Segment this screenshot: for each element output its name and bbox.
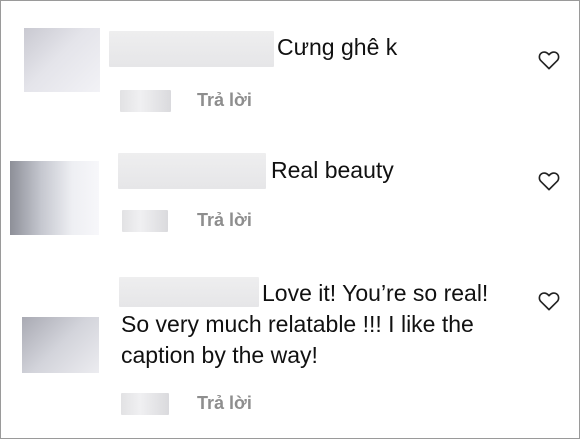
username-redacted[interactable] bbox=[119, 277, 259, 307]
reply-button[interactable]: Trả lời bbox=[197, 393, 252, 414]
heart-icon[interactable] bbox=[538, 50, 560, 70]
username-redacted[interactable] bbox=[118, 153, 266, 189]
comment-list: Cưng ghê k Trả lời Real beauty Trả lời L… bbox=[0, 0, 580, 439]
comment-text-line: caption by the way! bbox=[121, 342, 318, 368]
comment-text-line: So very much relatable !!! I like the bbox=[121, 311, 474, 337]
timestamp-redacted bbox=[121, 393, 169, 415]
comment-text: Real beauty bbox=[271, 157, 394, 183]
reply-button[interactable]: Trả lời bbox=[197, 90, 252, 111]
heart-icon[interactable] bbox=[538, 291, 560, 311]
avatar[interactable] bbox=[24, 28, 100, 92]
timestamp-redacted bbox=[122, 210, 168, 232]
avatar[interactable] bbox=[10, 161, 99, 235]
comment-text-line: Love it! You’re so real! bbox=[262, 280, 489, 306]
avatar[interactable] bbox=[22, 317, 99, 373]
comment-text: Cưng ghê k bbox=[277, 34, 398, 60]
timestamp-redacted bbox=[120, 90, 171, 112]
reply-button[interactable]: Trả lời bbox=[197, 210, 252, 231]
username-redacted[interactable] bbox=[109, 31, 274, 67]
heart-icon[interactable] bbox=[538, 171, 560, 191]
